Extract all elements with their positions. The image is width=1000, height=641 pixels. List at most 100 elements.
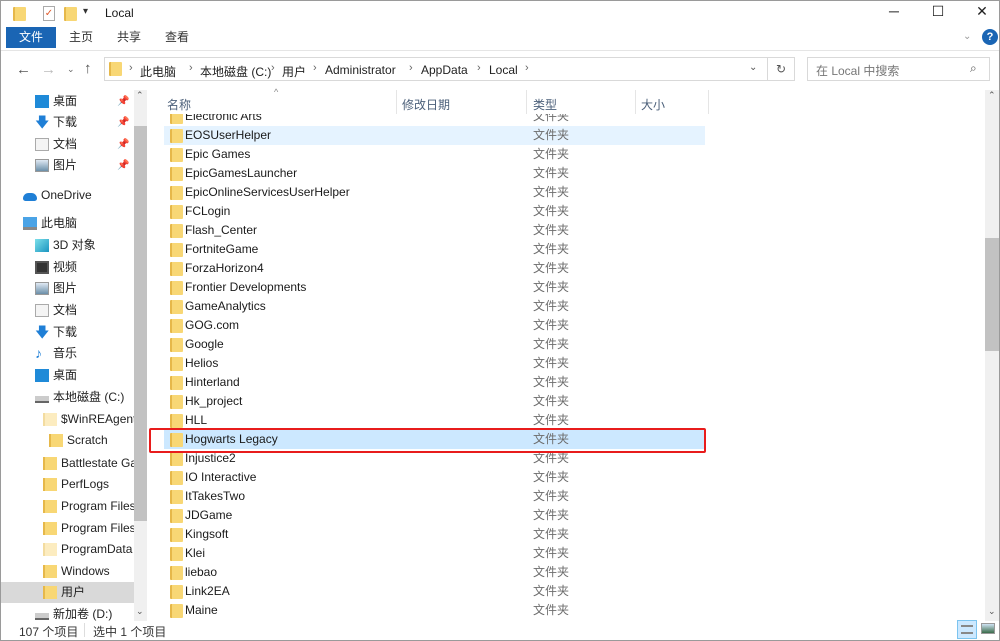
- file-type: 文件夹: [533, 128, 570, 142]
- column-size[interactable]: 大小: [641, 96, 665, 113]
- folder-icon: [170, 471, 183, 485]
- help-icon[interactable]: ?: [982, 29, 998, 45]
- folder-icon: [170, 528, 183, 542]
- file-row[interactable]: EpicOnlineServicesUserHelper 文件夹: [164, 183, 705, 202]
- folder-icon: [170, 490, 183, 504]
- breadcrumb-this-pc[interactable]: 此电脑: [140, 63, 176, 80]
- column-divider[interactable]: [708, 90, 709, 114]
- back-button[interactable]: ←: [16, 61, 31, 78]
- column-divider[interactable]: [526, 90, 527, 114]
- file-row[interactable]: Google 文件夹: [164, 335, 705, 354]
- scroll-down-icon[interactable]: ⌄: [988, 606, 996, 617]
- breadcrumb-drive-c[interactable]: 本地磁盘 (C:): [200, 63, 271, 80]
- column-divider[interactable]: [396, 90, 397, 114]
- file-row[interactable]: Klei 文件夹: [164, 544, 705, 563]
- file-row[interactable]: liebao 文件夹: [164, 563, 705, 582]
- file-type: 文件夹: [533, 147, 570, 161]
- tab-view[interactable]: 查看: [155, 27, 199, 48]
- file-row[interactable]: Flash_Center 文件夹: [164, 221, 705, 240]
- chevron-right-icon: ›: [189, 62, 193, 74]
- file-name: FortniteGame: [185, 242, 259, 256]
- file-list-scroll-thumb[interactable]: [985, 238, 999, 351]
- maximize-button[interactable]: ☐: [915, 3, 961, 20]
- file-type: 文件夹: [533, 185, 570, 199]
- tab-share[interactable]: 共享: [107, 27, 151, 48]
- breadcrumb-users[interactable]: 用户: [282, 63, 306, 80]
- folder-icon: [170, 585, 183, 599]
- sidebar-item[interactable]: 桌面 📌: [1, 91, 134, 112]
- file-name: Helios: [185, 356, 219, 370]
- desktop-icon: [35, 95, 49, 108]
- folder-icon: [170, 395, 183, 409]
- new-folder-icon[interactable]: [64, 7, 77, 21]
- file-row[interactable]: FCLogin 文件夹: [164, 202, 705, 221]
- file-name: GOG.com: [185, 318, 240, 332]
- file-row[interactable]: Hk_project 文件夹: [164, 392, 705, 411]
- address-bar[interactable]: › 此电脑 › 本地磁盘 (C:) › 用户 › Administrator ›…: [104, 57, 768, 81]
- file-row[interactable]: EOSUserHelper 文件夹: [164, 126, 705, 145]
- quick-access-dropdown-icon[interactable]: ▾: [83, 6, 88, 17]
- file-name: Hk_project: [185, 394, 243, 408]
- file-type: 文件夹: [533, 356, 570, 370]
- refresh-button[interactable]: ↻: [768, 57, 795, 81]
- file-row[interactable]: Hinterland 文件夹: [164, 373, 705, 392]
- file-type: 文件夹: [533, 204, 570, 218]
- properties-icon[interactable]: ✓: [43, 6, 55, 21]
- scroll-up-icon[interactable]: ⌃: [136, 90, 144, 101]
- folder-icon: [170, 300, 183, 314]
- file-name: Klei: [185, 546, 206, 560]
- file-explorer-window: ✓ ▾ Local ─ ☐ ✕ 文件 主页 共享 查看 ⌄ ? ← → ⌄ ↑ …: [0, 0, 1000, 641]
- file-name: IO Interactive: [185, 470, 257, 484]
- breadcrumb-appdata[interactable]: AppData: [421, 63, 468, 77]
- file-row[interactable]: ForzaHorizon4 文件夹: [164, 259, 705, 278]
- recent-locations-icon[interactable]: ⌄: [67, 64, 75, 75]
- forward-button[interactable]: →: [41, 61, 56, 78]
- file-row[interactable]: Epic Games 文件夹: [164, 145, 705, 164]
- breadcrumb-local[interactable]: Local: [489, 63, 518, 77]
- scroll-up-icon[interactable]: ⌃: [988, 90, 996, 101]
- sort-ascending-icon: ^: [274, 87, 279, 97]
- chevron-right-icon: ›: [477, 62, 481, 74]
- file-row[interactable]: Frontier Developments 文件夹: [164, 278, 705, 297]
- close-button[interactable]: ✕: [959, 3, 1000, 20]
- file-row[interactable]: Link2EA 文件夹: [164, 582, 705, 601]
- file-row[interactable]: Maine 文件夹: [164, 601, 705, 620]
- status-divider: [84, 623, 85, 637]
- tab-home[interactable]: 主页: [59, 27, 103, 48]
- minimize-button[interactable]: ─: [871, 3, 917, 19]
- search-input[interactable]: 在 Local 中搜索: [807, 57, 990, 81]
- column-type[interactable]: 类型: [533, 96, 557, 113]
- file-row[interactable]: Electronic Arts 文件夹: [164, 114, 705, 126]
- file-row[interactable]: FortniteGame 文件夹: [164, 240, 705, 259]
- details-view-button[interactable]: [957, 620, 977, 639]
- sidebar-item-label: 桌面: [53, 94, 78, 108]
- column-modified[interactable]: 修改日期: [402, 96, 450, 113]
- large-icons-view-button[interactable]: [981, 623, 995, 634]
- file-name: GameAnalytics: [185, 299, 266, 313]
- file-row[interactable]: IO Interactive 文件夹: [164, 468, 705, 487]
- highlight-box: [149, 428, 706, 453]
- file-row[interactable]: Kingsoft 文件夹: [164, 525, 705, 544]
- chevron-right-icon: ›: [129, 62, 133, 74]
- file-row[interactable]: EpicGamesLauncher 文件夹: [164, 164, 705, 183]
- file-name: Hinterland: [185, 375, 240, 389]
- tab-file[interactable]: 文件: [6, 27, 56, 48]
- up-button[interactable]: ↑: [84, 60, 92, 77]
- pin-icon[interactable]: 📌: [117, 91, 129, 112]
- file-row[interactable]: GameAnalytics 文件夹: [164, 297, 705, 316]
- breadcrumb-administrator[interactable]: Administrator: [325, 63, 396, 77]
- file-row[interactable]: GOG.com 文件夹: [164, 316, 705, 335]
- file-name: Electronic Arts: [185, 114, 262, 123]
- file-list-scrollbar[interactable]: ⌃ ⌄: [985, 90, 999, 621]
- address-dropdown-icon[interactable]: ⌄: [749, 62, 757, 73]
- column-divider[interactable]: [635, 90, 636, 114]
- file-row[interactable]: ItTakesTwo 文件夹: [164, 487, 705, 506]
- file-row[interactable]: Helios 文件夹: [164, 354, 705, 373]
- window-title: Local: [105, 6, 134, 20]
- file-row[interactable]: JDGame 文件夹: [164, 506, 705, 525]
- expand-ribbon-icon[interactable]: ⌄: [963, 31, 971, 42]
- folder-icon: [13, 7, 26, 21]
- column-name[interactable]: 名称: [167, 96, 191, 113]
- folder-icon: [170, 243, 183, 257]
- file-name: Kingsoft: [185, 527, 229, 541]
